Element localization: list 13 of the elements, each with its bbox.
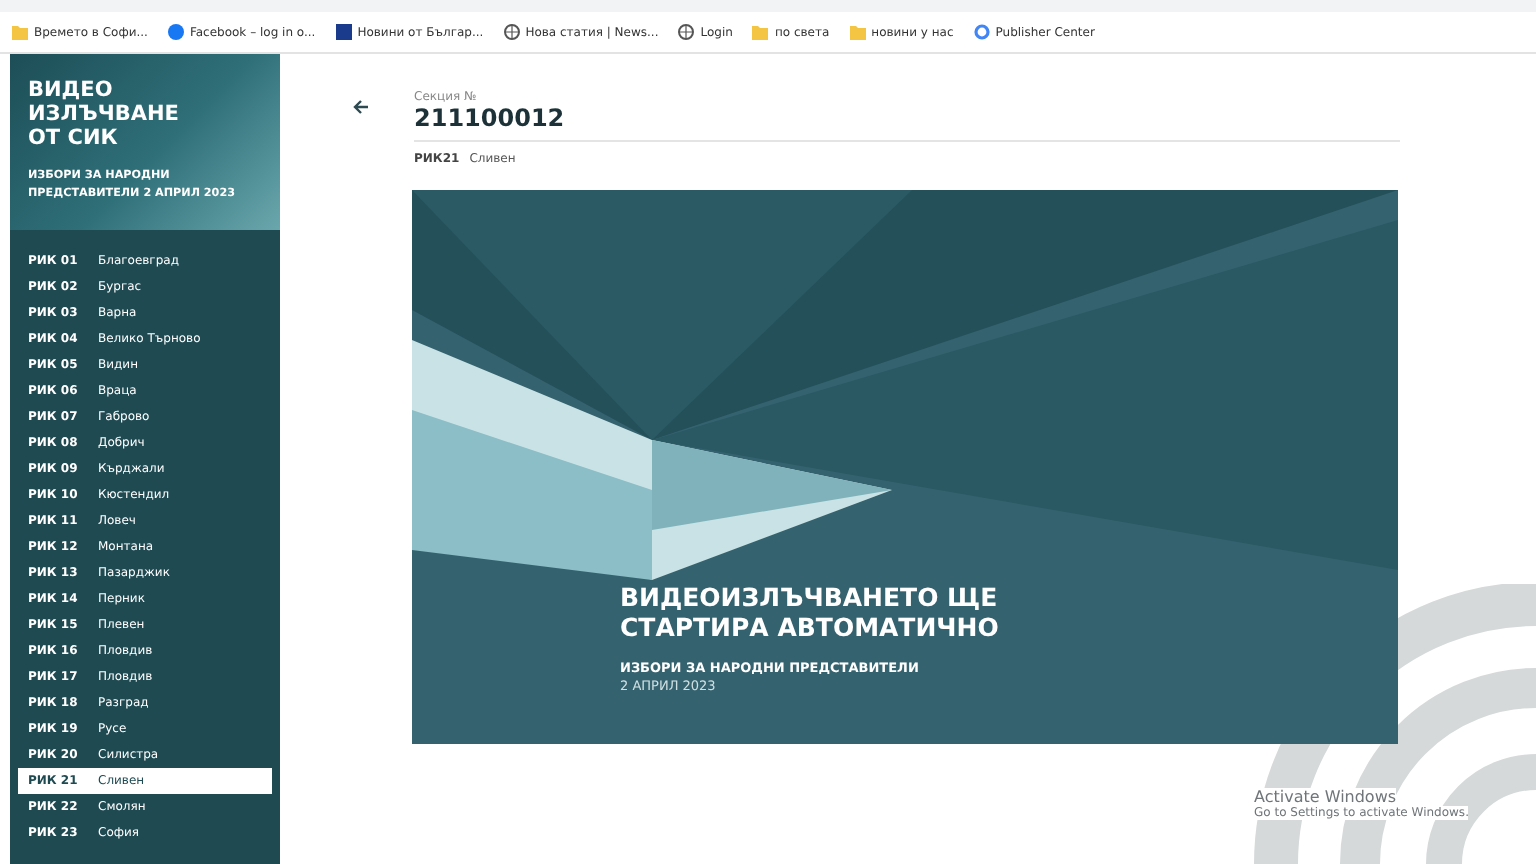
section-number: 211100012 — [414, 104, 1400, 142]
video-headline: ВИДЕОИЗЛЪЧВАНЕТО ЩЕ СТАРТИРА АВТОМАТИЧНО — [620, 582, 1000, 642]
folder-icon — [752, 24, 769, 40]
g-logo-icon — [973, 24, 990, 40]
activation-title: Activate Windows — [1254, 788, 1397, 806]
sidebar-title: ВИДЕО ИЗЛЪЧВАНЕ ОТ СИК — [28, 78, 181, 150]
globe-icon — [503, 24, 520, 40]
square-icon — [335, 24, 352, 40]
globe-icon — [678, 24, 695, 40]
folder-icon — [849, 24, 866, 40]
back-arrow-icon[interactable] — [352, 98, 370, 116]
social-icon — [167, 24, 184, 40]
folder-icon — [12, 24, 28, 40]
